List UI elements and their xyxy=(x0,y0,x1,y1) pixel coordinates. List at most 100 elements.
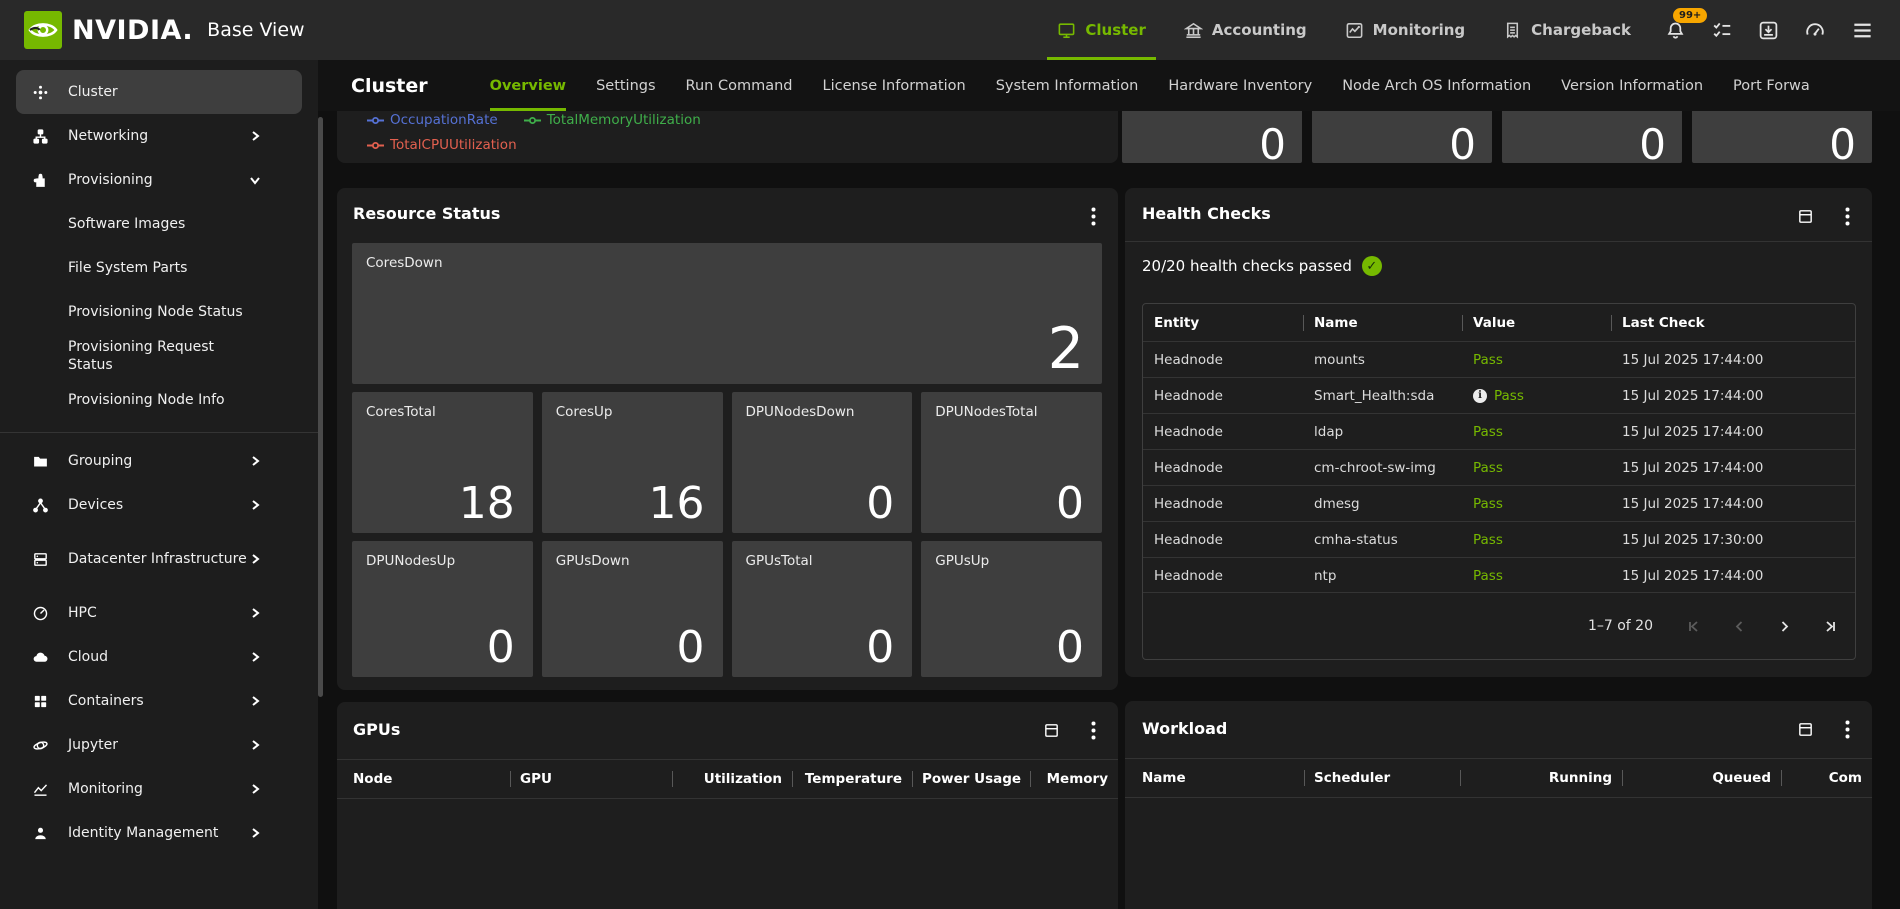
gauge-icon[interactable] xyxy=(1804,19,1826,41)
sidebar-item-jupyter[interactable]: Jupyter xyxy=(0,723,318,767)
cell-entity: Headnode xyxy=(1143,424,1303,440)
notifications-bell-icon[interactable]: 99+ xyxy=(1665,20,1686,41)
chevron-right-icon xyxy=(246,826,263,840)
card-title: Workload xyxy=(1142,719,1227,738)
kebab-menu-icon[interactable] xyxy=(1845,720,1850,739)
tab-run-command[interactable]: Run Command xyxy=(686,60,793,111)
sidebar-item-label: HPC xyxy=(68,604,97,622)
resource-tile-coresup: CoresUp 16 xyxy=(542,392,723,533)
top-nav-monitoring[interactable]: Monitoring xyxy=(1345,0,1465,60)
column-header-gpu: GPU xyxy=(510,771,672,787)
networking-icon xyxy=(32,128,49,145)
sidebar-item-identity-management[interactable]: Identity Management xyxy=(0,811,318,855)
sidebar-scrollbar[interactable] xyxy=(318,117,323,697)
tab-hardware-inventory[interactable]: Hardware Inventory xyxy=(1168,60,1312,111)
sidebar-item-label: Provisioning xyxy=(68,171,153,189)
health-checks-card: Health Checks 20/20 health checks passed… xyxy=(1125,188,1872,677)
kebab-menu-icon[interactable] xyxy=(1091,207,1096,226)
top-nav-label: Cluster xyxy=(1085,21,1146,39)
sidebar-item-label: Networking xyxy=(68,127,148,145)
top-bar: NVIDIA. Base View Cluster Accounting xyxy=(0,0,1900,60)
resource-status-card: Resource Status CoresDown 2 CoresTotal 1… xyxy=(337,188,1118,690)
column-header-completed: Com xyxy=(1781,770,1872,786)
sidebar-item-devices[interactable]: Devices xyxy=(0,483,318,527)
tab-settings[interactable]: Settings xyxy=(596,60,655,111)
layout-toggle-icon[interactable] xyxy=(1043,722,1060,739)
health-summary-text: 20/20 health checks passed xyxy=(1142,257,1352,275)
column-header-temperature: Temperature xyxy=(792,771,912,787)
layout-toggle-icon[interactable] xyxy=(1797,721,1814,738)
resource-tile-label: DPUNodesUp xyxy=(366,553,455,569)
sidebar-item-provisioning[interactable]: Provisioning xyxy=(0,158,318,202)
sidebar-item-software-images[interactable]: Software Images xyxy=(0,202,318,246)
column-header-name: Name xyxy=(1142,770,1304,786)
hamburger-menu-icon[interactable] xyxy=(1851,19,1874,42)
first-page-icon[interactable] xyxy=(1687,619,1702,634)
sidebar-item-label: Monitoring xyxy=(68,780,143,798)
tab-version-information[interactable]: Version Information xyxy=(1561,60,1703,111)
table-row[interactable]: Headnode Smart_Health:sda iPass 15 Jul 2… xyxy=(1143,377,1855,413)
cell-entity: Headnode xyxy=(1143,532,1303,548)
table-row[interactable]: Headnode ntp Pass 15 Jul 2025 17:44:00 xyxy=(1143,557,1855,593)
info-icon[interactable]: i xyxy=(1473,389,1487,403)
previous-page-icon[interactable] xyxy=(1732,619,1747,634)
table-row[interactable]: Headnode mounts Pass 15 Jul 2025 17:44:0… xyxy=(1143,341,1855,377)
table-row[interactable]: Headnode dmesg Pass 15 Jul 2025 17:44:00 xyxy=(1143,485,1855,521)
sidebar-item-provisioning-request-status[interactable]: Provisioning Request Status xyxy=(0,334,318,378)
resource-tile-label: CoresDown xyxy=(366,255,443,271)
sidebar-item-label: File System Parts xyxy=(68,259,187,277)
top-nav-chargeback[interactable]: Chargeback xyxy=(1503,0,1631,60)
column-header-queued: Queued xyxy=(1622,770,1781,786)
sidebar-item-monitoring[interactable]: Monitoring xyxy=(0,767,318,811)
sidebar-item-networking[interactable]: Networking xyxy=(0,114,318,158)
sidebar-item-label: Cluster xyxy=(68,83,118,101)
sidebar-item-cluster[interactable]: Cluster xyxy=(16,70,302,114)
table-row[interactable]: Headnode cm-chroot-sw-img Pass 15 Jul 20… xyxy=(1143,449,1855,485)
chevron-right-icon xyxy=(246,552,263,566)
column-header-running: Running xyxy=(1460,770,1622,786)
table-row[interactable]: Headnode cmha-status Pass 15 Jul 2025 17… xyxy=(1143,521,1855,557)
resource-tile-label: GPUsUp xyxy=(935,553,989,569)
download-tray-icon[interactable] xyxy=(1758,20,1779,41)
next-page-icon[interactable] xyxy=(1777,619,1792,634)
monitor-icon xyxy=(1057,21,1076,40)
tab-system-information[interactable]: System Information xyxy=(996,60,1139,111)
tabs: Overview Settings Run Command License In… xyxy=(490,60,1900,111)
tab-port-forwarding[interactable]: Port Forwa xyxy=(1733,60,1810,111)
sidebar-item-cloud[interactable]: Cloud xyxy=(0,635,318,679)
cell-value: Pass xyxy=(1462,532,1611,548)
sidebar-item-label: Grouping xyxy=(68,452,132,470)
task-checklist-icon[interactable] xyxy=(1711,19,1733,41)
kebab-menu-icon[interactable] xyxy=(1091,721,1096,740)
sidebar-item-hpc[interactable]: HPC xyxy=(0,591,318,635)
column-header-power-usage: Power Usage xyxy=(912,771,1030,787)
legend-item-occupation-rate[interactable]: OccupationRate xyxy=(367,112,498,128)
top-nav-accounting[interactable]: Accounting xyxy=(1184,0,1307,60)
datacenter-icon xyxy=(32,551,49,568)
resource-tile-value: 0 xyxy=(866,478,894,529)
cell-last-check: 15 Jul 2025 17:44:00 xyxy=(1611,460,1792,476)
tab-overview[interactable]: Overview xyxy=(490,60,566,111)
legend-item-total-cpu-utilization[interactable]: TotalCPUUtilization xyxy=(367,137,517,153)
sidebar-item-provisioning-node-info[interactable]: Provisioning Node Info xyxy=(0,378,318,422)
cell-last-check: 15 Jul 2025 17:44:00 xyxy=(1611,388,1792,404)
layout-toggle-icon[interactable] xyxy=(1797,208,1814,225)
kebab-menu-icon[interactable] xyxy=(1845,207,1850,226)
sidebar-item-label: Containers xyxy=(68,692,144,710)
sidebar-item-containers[interactable]: Containers xyxy=(0,679,318,723)
containers-icon xyxy=(32,693,49,710)
sidebar-item-datacenter-infrastructure[interactable]: Datacenter Infrastructure xyxy=(0,527,318,591)
sidebar-item-grouping[interactable]: Grouping xyxy=(0,439,318,483)
top-nav-cluster[interactable]: Cluster xyxy=(1057,0,1146,60)
sidebar-item-file-system-parts[interactable]: File System Parts xyxy=(0,246,318,290)
sidebar-item-provisioning-node-status[interactable]: Provisioning Node Status xyxy=(0,290,318,334)
table-row[interactable]: Headnode ldap Pass 15 Jul 2025 17:44:00 xyxy=(1143,413,1855,449)
resource-tile-label: DPUNodesTotal xyxy=(935,404,1037,420)
last-page-icon[interactable] xyxy=(1822,619,1837,634)
receipt-icon xyxy=(1503,21,1522,40)
legend-item-total-memory-utilization[interactable]: TotalMemoryUtilization xyxy=(524,112,701,128)
stat-tile-value: 0 xyxy=(1829,120,1856,169)
tab-node-arch-os-information[interactable]: Node Arch OS Information xyxy=(1342,60,1531,111)
tab-license-information[interactable]: License Information xyxy=(822,60,965,111)
stat-tile-value: 0 xyxy=(1449,120,1476,169)
